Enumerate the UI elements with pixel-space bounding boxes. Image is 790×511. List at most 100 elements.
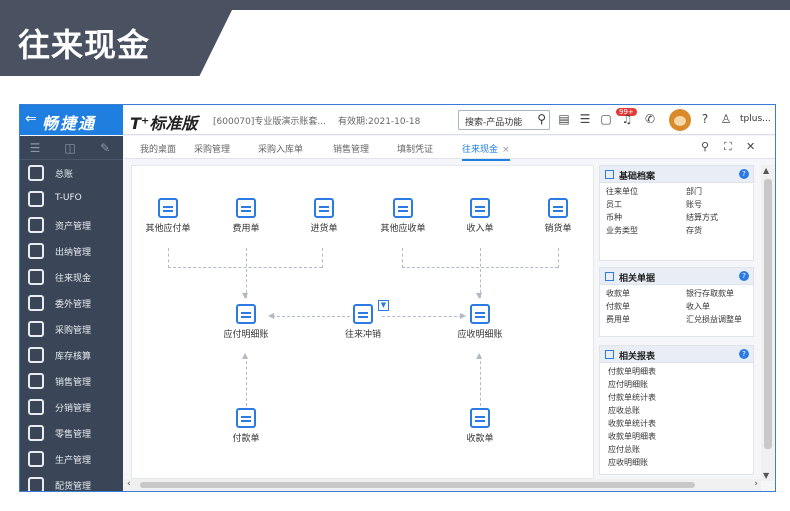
- panel-list: 往来单位 部门 员工 账号 币种 结算方式 业务类型 存货: [600, 183, 753, 239]
- brand-block[interactable]: ⇐ 畅捷通: [20, 105, 123, 135]
- bank-icon: [28, 217, 44, 233]
- tab-ar-ap[interactable]: 往来现金 ×: [462, 142, 510, 161]
- sidebar-item-gl[interactable]: 总账: [20, 160, 123, 186]
- link-report[interactable]: 收款单明细表: [608, 430, 745, 443]
- menu-icon[interactable]: ☰: [20, 136, 50, 160]
- link-report[interactable]: 付款单统计表: [608, 391, 745, 404]
- arrow-up-icon: ▲: [242, 351, 249, 360]
- sidebar-item-distribution[interactable]: 分销管理: [20, 394, 123, 420]
- help-icon[interactable]: ?: [739, 271, 749, 281]
- link-income[interactable]: 收入单: [686, 300, 752, 313]
- search-icon[interactable]: ⚲: [537, 112, 546, 126]
- link-receipt[interactable]: 收款单: [606, 287, 686, 300]
- help-icon[interactable]: ?: [739, 349, 749, 359]
- link-report[interactable]: 收款单统计表: [608, 417, 745, 430]
- tab-desktop[interactable]: 我的桌面: [140, 142, 176, 155]
- calculator-icon[interactable]: ▤: [556, 112, 572, 126]
- fullscreen-icon[interactable]: ⛶: [724, 140, 732, 154]
- sidebar-toolbar: ☰ ◫ ✎: [20, 136, 123, 160]
- top-bar: ⇐ 畅捷通 T⁺标准版 [600070]专业版演示账套... 有效期:2021-…: [20, 105, 775, 135]
- search-box[interactable]: 搜索-产品功能 ⚲: [458, 110, 550, 130]
- sidebar-item-ar-ap[interactable]: 往来现金: [20, 264, 123, 290]
- help-icon[interactable]: ?: [697, 112, 713, 126]
- link-report[interactable]: 应收总账: [608, 404, 745, 417]
- node-purchase-in[interactable]: 进货单: [294, 198, 354, 234]
- sidebar-item-ufo[interactable]: T-UFO: [20, 186, 123, 212]
- search-doc-icon[interactable]: ◫: [55, 136, 85, 160]
- link-stock[interactable]: 存货: [686, 224, 752, 237]
- sidebar-item-outsourcing[interactable]: 委外管理: [20, 290, 123, 316]
- report-icon: [605, 350, 614, 359]
- slide-title-banner: 往来现金: [0, 10, 232, 76]
- account-label[interactable]: [600070]专业版演示账套...: [213, 114, 326, 127]
- horizontal-scrollbar[interactable]: ‹ ›: [124, 479, 761, 491]
- link-department[interactable]: 部门: [686, 185, 752, 198]
- purchase-icon: [28, 321, 44, 337]
- chevron-down-icon[interactable]: ▼: [378, 300, 389, 311]
- ledger-icon: [470, 304, 490, 324]
- node-other-receivable[interactable]: 其他应收单: [373, 198, 433, 234]
- close-icon[interactable]: ✕: [746, 140, 755, 153]
- link-account[interactable]: 账号: [686, 198, 752, 211]
- node-receivable-detail[interactable]: 应收明细账: [450, 304, 510, 340]
- user-name[interactable]: tplus...: [740, 114, 771, 124]
- search-input[interactable]: 搜索-产品功能: [465, 115, 522, 128]
- scroll-left-icon[interactable]: ‹: [127, 479, 131, 489]
- sidebar-item-cashier[interactable]: 出纳管理: [20, 238, 123, 264]
- tab-purchase-receipt[interactable]: 采购入库单: [258, 142, 303, 155]
- link-business-type[interactable]: 业务类型: [606, 224, 686, 237]
- node-payment[interactable]: 付款单: [216, 408, 276, 444]
- sidebar-item-retail[interactable]: 零售管理: [20, 420, 123, 446]
- scroll-up-icon[interactable]: ▲: [763, 166, 769, 175]
- link-report[interactable]: 付款单明细表: [608, 365, 745, 378]
- checklist-icon[interactable]: ☰: [577, 112, 593, 126]
- sidebar-item-assets[interactable]: 资产管理: [20, 212, 123, 238]
- link-currency[interactable]: 币种: [606, 211, 686, 224]
- bell-icon[interactable]: ♫: [619, 112, 635, 126]
- help-icon[interactable]: ?: [739, 169, 749, 179]
- node-expense[interactable]: 费用单: [216, 198, 276, 234]
- node-payable-detail[interactable]: 应付明细账: [216, 304, 276, 340]
- link-expense[interactable]: 费用单: [606, 313, 686, 326]
- connector: [402, 248, 403, 268]
- connector: [246, 356, 247, 406]
- sidebar-item-inventory[interactable]: 库存核算: [20, 342, 123, 368]
- node-sales-out[interactable]: 销货单: [528, 198, 588, 234]
- sidebar-item-purchase[interactable]: 采购管理: [20, 316, 123, 342]
- scroll-thumb[interactable]: [140, 482, 695, 488]
- link-payment[interactable]: 付款单: [606, 300, 686, 313]
- node-receipt[interactable]: 收款单: [450, 408, 510, 444]
- scroll-right-icon[interactable]: ›: [754, 479, 758, 489]
- link-customer[interactable]: 往来单位: [606, 185, 686, 198]
- link-report[interactable]: 应付总账: [608, 443, 745, 456]
- message-icon[interactable]: ▢: [598, 112, 614, 126]
- node-other-payable[interactable]: 其他应付单: [138, 198, 198, 234]
- tab-sales-mgmt[interactable]: 销售管理: [333, 142, 369, 155]
- tab-voucher[interactable]: 填制凭证: [397, 142, 433, 155]
- link-report[interactable]: 应付明细账: [608, 378, 745, 391]
- sidebar-item-production[interactable]: 生产管理: [20, 446, 123, 472]
- close-tab-icon[interactable]: ×: [502, 145, 510, 155]
- link-report[interactable]: 应收明细账: [608, 456, 745, 469]
- arrow-up-icon: ▲: [476, 351, 483, 360]
- connector: [272, 316, 350, 317]
- link-employee[interactable]: 员工: [606, 198, 686, 211]
- back-arrow-icon[interactable]: ⇐: [25, 111, 37, 127]
- scroll-down-icon[interactable]: ▼: [763, 471, 769, 480]
- sidebar-item-sales[interactable]: 销售管理: [20, 368, 123, 394]
- vertical-scrollbar[interactable]: ▲ ▼: [761, 165, 774, 481]
- link-settlement[interactable]: 结算方式: [686, 211, 752, 224]
- app-window: ⇐ 畅捷通 T⁺标准版 [600070]专业版演示账套... 有效期:2021-…: [19, 104, 776, 492]
- mascot-icon[interactable]: [669, 109, 691, 131]
- search-icon[interactable]: ⚲: [701, 140, 709, 153]
- link-bank-deposit[interactable]: 银行存取款单: [686, 287, 752, 300]
- sidebar-item-delivery[interactable]: 配货管理: [20, 472, 123, 491]
- panel-title: 相关报表: [619, 352, 656, 362]
- node-income[interactable]: 收入单: [450, 198, 510, 234]
- scroll-thumb[interactable]: [764, 179, 772, 449]
- user-icon[interactable]: ♙: [718, 112, 734, 126]
- edit-icon[interactable]: ✎: [90, 136, 120, 160]
- tab-purchase-mgmt[interactable]: 采购管理: [194, 142, 230, 155]
- phone-icon[interactable]: ✆: [642, 112, 658, 126]
- link-fx-adjust[interactable]: 汇兑损益调整单: [686, 313, 752, 326]
